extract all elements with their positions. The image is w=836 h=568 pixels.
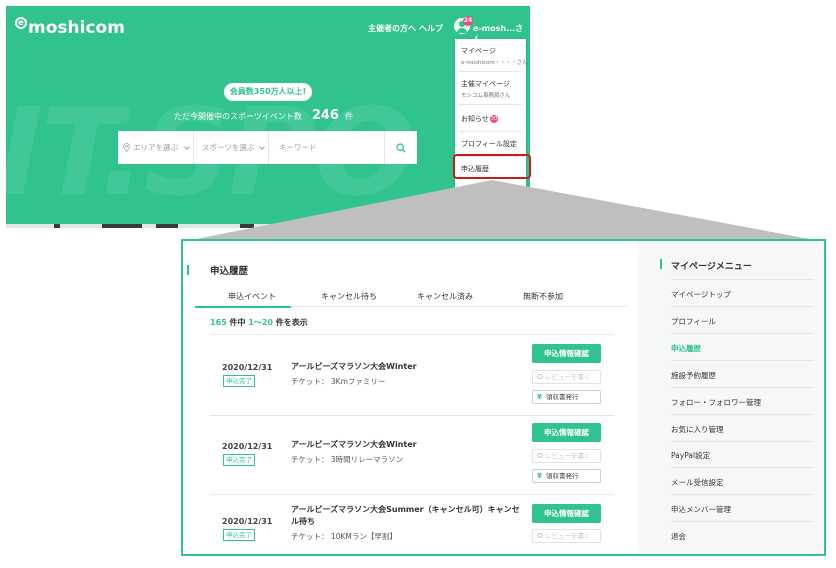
menu-divider bbox=[671, 467, 814, 469]
menu-divider bbox=[671, 386, 814, 388]
ticket-name: チケット： 3Kmファミリー bbox=[291, 377, 386, 386]
tab-cancelled[interactable]: キャンセル済み bbox=[417, 291, 473, 302]
speech-bubble-icon bbox=[537, 374, 543, 379]
event-title[interactable]: アールビーズマラソン大会Winter bbox=[291, 361, 527, 373]
sidebar-item-8[interactable]: 申込メンバー管理 bbox=[671, 504, 731, 515]
issue-receipt-button[interactable]: ¥ 領収書発行 bbox=[532, 390, 601, 404]
yen-icon: ¥ bbox=[537, 472, 542, 480]
tab-waitlist[interactable]: キャンセル待ち bbox=[321, 291, 377, 302]
ticket-name: チケット： 10KMラン【早割】 bbox=[291, 532, 397, 541]
result-count: 165 件中 1〜20 件を表示 bbox=[210, 318, 308, 327]
sidebar-item-7[interactable]: メール受信設定 bbox=[671, 477, 724, 488]
tutorial-screenshot: IT.SPO e moshicom 主催者の方へ ヘルプ 24 e-mosh..… bbox=[0, 0, 836, 568]
sidebar-item-4[interactable]: フォロー・フォロワー管理 bbox=[671, 397, 761, 408]
event-date: 2020/12/31 bbox=[222, 363, 273, 372]
tab-no-show[interactable]: 無断不参加 bbox=[523, 291, 563, 302]
page-title: 申込履歴 bbox=[210, 266, 249, 277]
sidebar-item-0[interactable]: マイページトップ bbox=[671, 289, 731, 300]
speech-bubble-icon bbox=[537, 533, 543, 538]
menu-divider bbox=[671, 332, 814, 334]
menu-title-accent-bar bbox=[660, 259, 662, 269]
list-item: 2020/12/31 申込完了 アールビーズマラソン大会Winter チケット：… bbox=[210, 421, 614, 491]
ticket-name: チケット： 3時間リレーマラソン bbox=[291, 455, 404, 464]
menu-divider bbox=[671, 359, 814, 361]
sidebar-item-6[interactable]: PayPal設定 bbox=[671, 450, 710, 461]
title-accent-bar bbox=[187, 265, 189, 275]
confirm-application-button[interactable]: 申込情報確認 bbox=[532, 423, 601, 442]
yen-icon: ¥ bbox=[537, 393, 542, 401]
event-date: 2020/12/31 bbox=[222, 442, 273, 451]
sidebar-item-2[interactable]: 申込履歴 bbox=[671, 343, 701, 354]
menu-divider bbox=[671, 440, 814, 442]
menu-divider bbox=[671, 413, 814, 415]
menu-divider bbox=[671, 521, 814, 523]
menu-divider bbox=[671, 306, 814, 307]
tab-applied-events[interactable]: 申込イベント bbox=[228, 291, 276, 302]
event-date: 2020/12/31 bbox=[222, 517, 273, 526]
list-item: 2020/12/31 申込完了 アールビーズマラソン大会Winter チケット：… bbox=[210, 341, 614, 411]
confirm-application-button[interactable]: 申込情報確認 bbox=[532, 344, 601, 363]
menu-title: マイページメニュー bbox=[671, 262, 752, 272]
status-badge: 申込完了 bbox=[223, 454, 255, 466]
active-tab-indicator bbox=[195, 306, 291, 308]
sidebar-item-3[interactable]: 施設予約履歴 bbox=[671, 370, 716, 381]
write-review-button[interactable]: レビューを書く bbox=[532, 449, 601, 463]
application-history-content: 申込履歴 申込イベント キャンセル待ち キャンセル済み 無断不参加 165 件中… bbox=[183, 241, 638, 554]
speech-bubble-icon bbox=[537, 453, 543, 458]
sidebar-item-5[interactable]: お気に入り管理 bbox=[671, 424, 724, 435]
event-title[interactable]: アールビーズマラソン大会Summer（キャンセル可）キャンセ ル待ち bbox=[291, 504, 527, 528]
history-tabs: 申込イベント キャンセル待ち キャンセル済み 無断不参加 bbox=[195, 285, 627, 307]
confirm-application-button[interactable]: 申込情報確認 bbox=[532, 504, 601, 523]
application-history-panel: 申込履歴 申込イベント キャンセル待ち キャンセル済み 無断不参加 165 件中… bbox=[181, 239, 826, 556]
sidebar-item-9[interactable]: 退会 bbox=[671, 531, 686, 542]
write-review-button[interactable]: レビューを書く bbox=[532, 370, 601, 384]
sidebar-item-1[interactable]: プロフィール bbox=[671, 316, 716, 327]
menu-divider bbox=[671, 494, 814, 496]
mypage-menu-sidebar: マイページメニュー マイページトップ プロフィール 申込履歴施設予約履歴フォロー・フ… bbox=[638, 241, 824, 554]
event-title[interactable]: アールビーズマラソン大会Winter bbox=[291, 439, 527, 451]
write-review-button[interactable]: レビューを書く bbox=[532, 529, 601, 543]
issue-receipt-button[interactable]: ¥ 領収書発行 bbox=[532, 469, 601, 483]
list-item: 2020/12/31 申込完了 アールビーズマラソン大会Summer（キャンセル… bbox=[210, 499, 614, 554]
status-badge: 申込完了 bbox=[223, 529, 255, 541]
status-badge: 申込完了 bbox=[223, 375, 255, 387]
